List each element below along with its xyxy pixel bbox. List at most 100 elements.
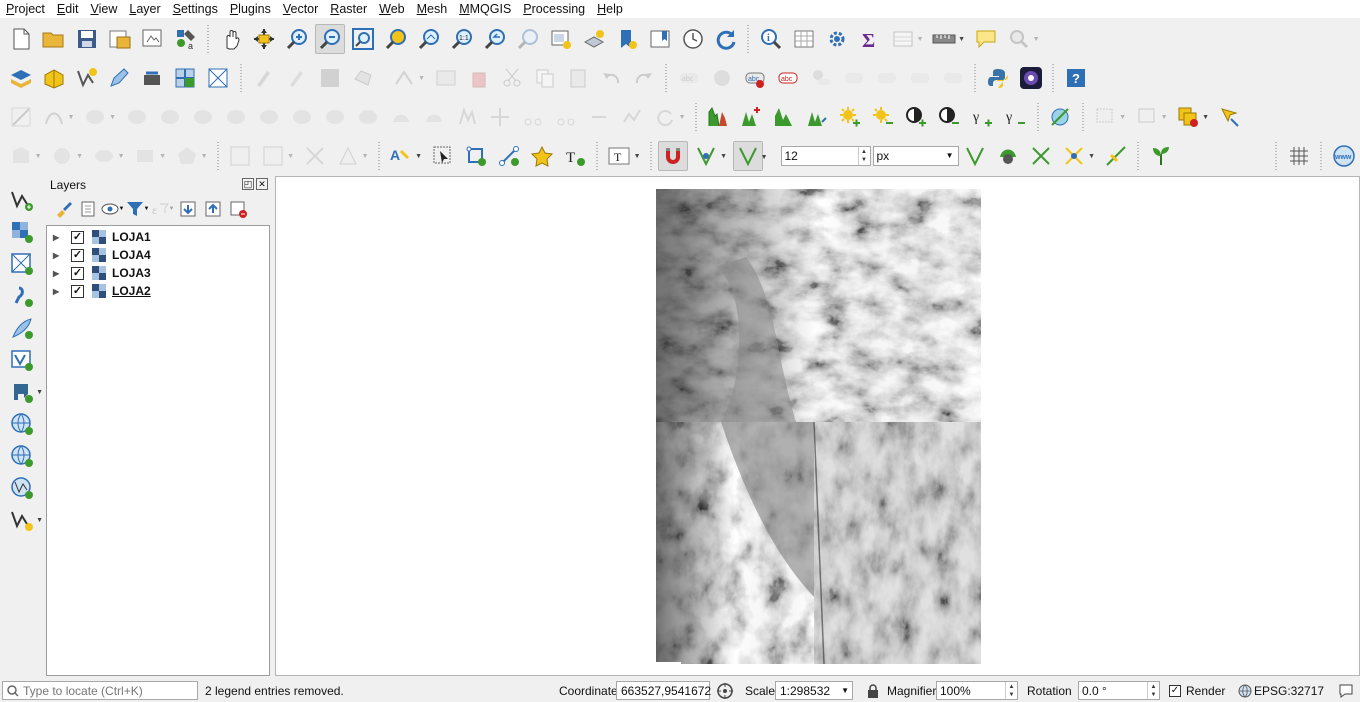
expand-arrow-icon[interactable]: ▶ <box>53 251 63 260</box>
zoom-to-selection-button[interactable] <box>381 24 411 54</box>
new-shapefile-layer-button[interactable] <box>72 63 102 93</box>
spin-arrows-icon[interactable]: ▲ ▼ <box>857 146 870 165</box>
add-polygon-button[interactable]: ▼ <box>172 141 208 171</box>
toggle-editing-button[interactable] <box>282 63 312 93</box>
map-tips-button[interactable] <box>971 24 1001 54</box>
plugin-button[interactable] <box>1016 63 1046 93</box>
map-canvas[interactable] <box>275 176 1360 676</box>
add-wms-layer-button[interactable] <box>7 409 37 439</box>
zoom-to-layer-button[interactable] <box>414 24 444 54</box>
messages-button[interactable] <box>1338 681 1354 700</box>
copy-features-button[interactable] <box>530 63 560 93</box>
add-circular-string-button[interactable]: ▼ <box>39 102 75 132</box>
expand-arrow-icon[interactable]: ▶ <box>53 287 63 296</box>
show-hide-labels-button[interactable] <box>839 63 869 93</box>
statistical-summary-button[interactable]: Σ <box>855 24 885 54</box>
rotate-point-symbols-button[interactable] <box>452 102 482 132</box>
add-ring-button[interactable]: ▼ <box>80 102 116 132</box>
local-histogram-button[interactable] <box>802 102 832 132</box>
new-geopackage-layer-button[interactable] <box>39 63 69 93</box>
text-format-button[interactable]: T ▼ <box>605 141 641 171</box>
save-project-button[interactable] <box>72 24 102 54</box>
digitize-shape-button[interactable]: ▼ <box>6 141 42 171</box>
style-manager-button[interactable]: a <box>171 24 201 54</box>
layer-item-loja3[interactable]: ▶ ✓ LOJA3 <box>47 264 269 282</box>
render-check-icon[interactable]: ✓ <box>1169 684 1181 697</box>
new-raster-layer-button[interactable] <box>171 63 201 93</box>
split-parts-button[interactable] <box>353 102 383 132</box>
add-delimited-text-button[interactable] <box>7 281 37 311</box>
layer-visibility-checkbox[interactable]: ✓ <box>71 266 84 280</box>
add-spatialite-layer-button[interactable] <box>7 313 37 343</box>
layer-labeling-options-button[interactable]: abc <box>740 63 770 93</box>
web-service-button[interactable]: www <box>1329 141 1359 171</box>
fill-ring-button[interactable] <box>122 102 152 132</box>
menu-plugins[interactable]: Plugins <box>224 0 277 18</box>
locator-options-button[interactable]: ▼ <box>1004 24 1040 54</box>
collapse-all-button[interactable] <box>201 197 225 221</box>
menu-vector[interactable]: Vector <box>277 0 324 18</box>
add-rectangle-button[interactable]: ▼ <box>130 141 166 171</box>
mesh-digitize-button[interactable]: ▼ <box>333 141 369 171</box>
layer-item-loja2[interactable]: ▶ ✓ LOJA2 <box>47 282 269 300</box>
menu-processing[interactable]: Processing <box>517 0 591 18</box>
pan-to-selection-button[interactable] <box>249 24 279 54</box>
cut-features-button[interactable] <box>497 63 527 93</box>
menu-edit[interactable]: Edit <box>51 0 85 18</box>
add-circle-button[interactable]: ▼ <box>47 141 83 171</box>
increase-contrast-button[interactable] <box>901 102 931 132</box>
new-project-button[interactable] <box>6 24 36 54</box>
add-wfs-layer-button[interactable] <box>7 473 37 503</box>
modify-attributes-button[interactable] <box>431 63 461 93</box>
delete-ring-button[interactable] <box>188 102 218 132</box>
render-checkbox[interactable]: ✓ <box>1169 681 1181 700</box>
open-field-calculator-button[interactable]: ▼ <box>888 24 924 54</box>
add-mesh-layer-button[interactable] <box>204 63 234 93</box>
layer-item-loja4[interactable]: ▶ ✓ LOJA4 <box>47 246 269 264</box>
current-edits-button[interactable] <box>249 63 279 93</box>
decrease-brightness-button[interactable] <box>868 102 898 132</box>
paste-features-button[interactable] <box>563 63 593 93</box>
self-snapping-button[interactable]: ▼ <box>1059 141 1095 171</box>
add-raster-layer-button[interactable] <box>7 217 37 247</box>
new-virtual-layer-button[interactable] <box>138 63 168 93</box>
menu-settings[interactable]: Settings <box>167 0 224 18</box>
delete-part-button[interactable] <box>221 102 251 132</box>
menu-project[interactable]: Project <box>0 0 51 18</box>
zoom-last-button[interactable] <box>480 24 510 54</box>
refresh-button[interactable] <box>711 24 741 54</box>
add-virtual-layer-button[interactable] <box>7 345 37 375</box>
rotate-feature-button[interactable]: ▼ <box>650 102 686 132</box>
layer-diagram-options-button[interactable]: abc <box>773 63 803 93</box>
python-console-button[interactable] <box>983 63 1013 93</box>
filter-by-expression-button[interactable]: ε ▼ <box>151 197 175 221</box>
layer-visibility-checkbox[interactable]: ✓ <box>71 230 84 244</box>
create-polygon-annotation-button[interactable] <box>461 141 491 171</box>
add-part-button[interactable] <box>155 102 185 132</box>
manage-map-themes-button[interactable]: ▼ <box>101 197 125 221</box>
open-layer-styling-button[interactable] <box>51 197 75 221</box>
expand-arrow-icon[interactable]: ▶ <box>53 233 63 242</box>
stretch-histogram-layer-button[interactable] <box>736 102 766 132</box>
topological-editing-button[interactable] <box>960 141 990 171</box>
snapping-type-button[interactable]: ▼ <box>732 140 768 171</box>
new-shapefile-left-button[interactable]: ▼ <box>7 505 43 535</box>
snapping-mode-button[interactable]: ▼ <box>691 141 727 171</box>
redo-button[interactable] <box>629 63 659 93</box>
spin-arrows-icon[interactable]: ▲ ▼ <box>1005 682 1017 699</box>
add-wcs-layer-button[interactable] <box>7 441 37 471</box>
undo-button[interactable] <box>596 63 626 93</box>
diagram-properties-button[interactable] <box>707 63 737 93</box>
new-3d-map-button[interactable] <box>579 24 609 54</box>
merge-attributes-button[interactable] <box>419 102 449 132</box>
toolbox-button[interactable] <box>822 24 852 54</box>
layer-visibility-checkbox[interactable]: ✓ <box>71 248 84 262</box>
expand-all-button[interactable] <box>176 197 200 221</box>
rotate-label-button[interactable] <box>905 63 935 93</box>
pin-labels-button[interactable] <box>806 63 836 93</box>
vertex-tool-button[interactable]: ▼ <box>389 63 425 93</box>
show-grid-button[interactable] <box>1284 141 1314 171</box>
coordinate-field[interactable]: 663527,9541672 <box>616 681 711 700</box>
zoom-in-button[interactable] <box>282 24 312 54</box>
add-vector-layer-button[interactable] <box>7 185 37 215</box>
